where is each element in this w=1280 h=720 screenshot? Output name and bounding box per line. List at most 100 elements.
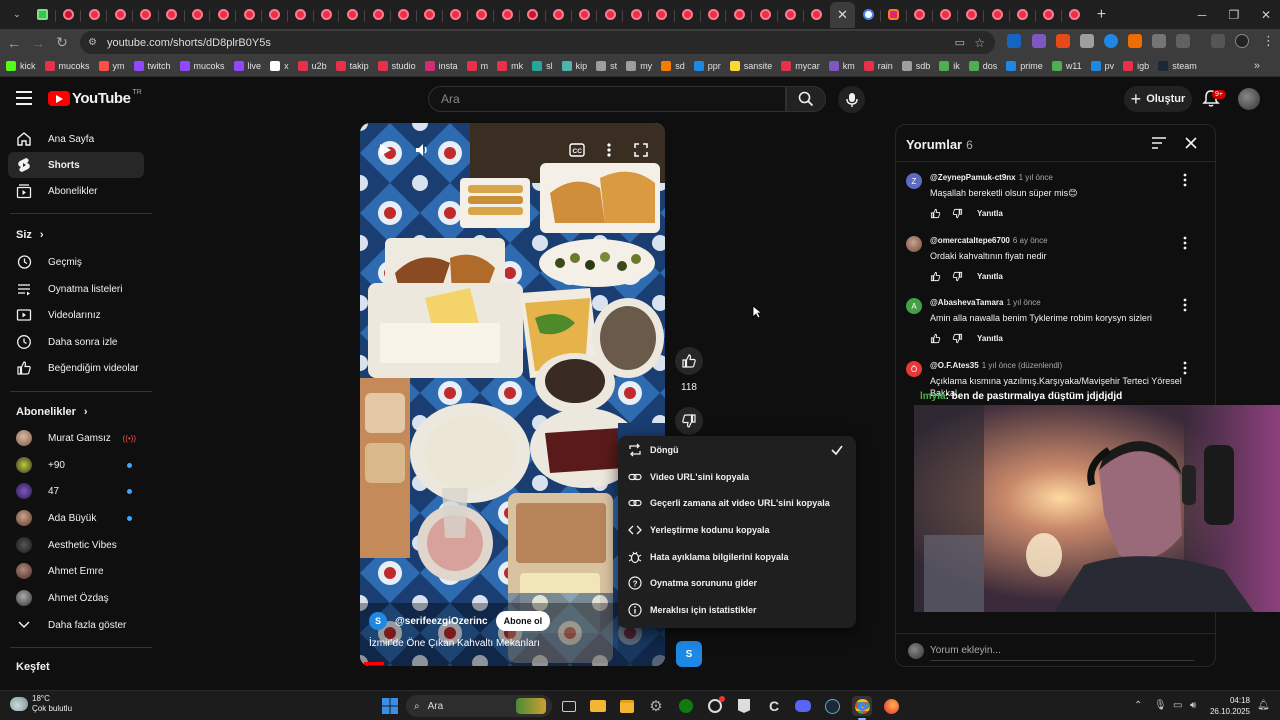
sidebar-item-playlists[interactable]: Oynatma listeleri <box>8 276 144 302</box>
browser-tab[interactable] <box>726 2 753 28</box>
reply-button[interactable]: Yanıtla <box>977 272 1003 281</box>
browser-tab[interactable] <box>597 2 624 28</box>
browser-tab[interactable] <box>907 2 933 28</box>
browser-tab[interactable] <box>210 2 237 28</box>
fullscreen-icon[interactable] <box>633 142 649 158</box>
play-icon[interactable] <box>377 142 393 158</box>
browser-tab[interactable] <box>56 2 82 28</box>
like-button[interactable] <box>675 347 703 375</box>
comment-avatar[interactable]: Z <box>906 173 922 189</box>
you-section-header[interactable]: Siz › <box>16 229 44 241</box>
browser-tab[interactable] <box>288 2 314 28</box>
youtube-logo[interactable]: YouTube TR <box>48 89 142 107</box>
windows-start-icon[interactable] <box>380 696 400 716</box>
sort-icon[interactable] <box>1152 137 1166 149</box>
reload-icon[interactable]: ↻ <box>50 34 74 51</box>
captions-icon[interactable]: CC <box>569 143 585 157</box>
bookmark-item[interactable]: km <box>828 61 855 71</box>
volume-icon[interactable] <box>414 142 430 158</box>
bookmark-item[interactable]: kick <box>6 61 36 71</box>
bookmark-item[interactable]: ik <box>939 61 960 71</box>
bookmark-item[interactable]: sdb <box>901 61 930 71</box>
close-icon[interactable]: ✕ <box>837 7 848 23</box>
site-settings-icon[interactable]: ⚙ <box>88 37 97 48</box>
file-explorer-icon[interactable] <box>588 696 608 716</box>
search-button[interactable] <box>786 86 826 112</box>
browser-tab[interactable] <box>881 2 907 28</box>
browser-tab[interactable] <box>236 2 262 28</box>
bookmark-item[interactable]: igb <box>1123 61 1149 71</box>
browser-tab[interactable] <box>1010 2 1036 28</box>
bookmark-item[interactable]: rain <box>863 61 893 71</box>
bookmark-item[interactable]: m <box>466 61 488 71</box>
channel-handle[interactable]: @serifeezgiOzerinc <box>395 616 488 627</box>
browser-menu-icon[interactable]: ⋮ <box>1262 33 1275 49</box>
sidebar-item-history[interactable]: Geçmiş <box>8 249 144 275</box>
comment-author[interactable]: @omercataltepe6700 <box>930 236 1010 245</box>
steam-icon[interactable] <box>822 696 842 716</box>
subscription-channel[interactable]: Aesthetic Vibes <box>8 532 144 558</box>
media-controls-icon[interactable] <box>1211 34 1225 48</box>
bookmark-item[interactable]: ppr <box>693 61 721 71</box>
network-icon[interactable]: ▭ <box>1173 700 1182 711</box>
bookmark-item[interactable]: st <box>596 61 617 71</box>
browser-tab[interactable] <box>443 2 469 28</box>
menu-item-copy-embed[interactable]: Yerleştirme kodunu kopyala <box>618 517 856 544</box>
browser-tab[interactable] <box>417 2 443 28</box>
bookmark-item[interactable]: insta <box>424 61 458 71</box>
subscribe-button[interactable]: Abone ol <box>495 611 551 631</box>
volume-icon[interactable]: 🔊︎ <box>1190 700 1196 711</box>
menu-item-copy-url[interactable]: Video URL'sini kopyala <box>618 464 856 491</box>
profile-icon[interactable] <box>1235 34 1249 48</box>
thumbs-up-icon[interactable] <box>930 271 941 282</box>
browser-tab[interactable] <box>30 2 56 28</box>
browser-tab[interactable] <box>520 2 546 28</box>
settings-gear-icon[interactable]: ⚙ <box>646 696 666 716</box>
channel-avatar-button[interactable]: S <box>676 641 702 667</box>
thumbs-up-icon[interactable] <box>930 333 941 344</box>
channel-avatar[interactable]: S <box>369 612 387 630</box>
back-arrow-icon[interactable]: ← <box>2 35 26 51</box>
bookmark-item[interactable]: pv <box>1090 61 1114 71</box>
comment-avatar[interactable]: A <box>906 298 922 314</box>
comment-input[interactable] <box>930 641 1194 661</box>
browser-tab[interactable] <box>494 2 520 28</box>
sidebar-item-your-videos[interactable]: Videolarınız <box>8 302 144 328</box>
browser-tab[interactable] <box>391 2 417 28</box>
notifications-icon[interactable]: 🔔︎ <box>1257 700 1270 711</box>
create-button[interactable]: + Oluştur <box>1124 86 1192 112</box>
video-progress-bar[interactable] <box>364 662 384 665</box>
discord-icon[interactable] <box>793 696 813 716</box>
firefox-icon[interactable] <box>881 696 901 716</box>
obs-icon[interactable] <box>705 696 725 716</box>
bookmarks-overflow-icon[interactable]: » <box>1254 60 1260 72</box>
bookmark-item[interactable]: ym <box>98 61 125 71</box>
browser-tab[interactable] <box>804 2 830 28</box>
extension-icon[interactable] <box>1007 34 1021 48</box>
bookmark-item[interactable]: prime <box>1006 61 1043 71</box>
browser-tab[interactable] <box>675 2 701 28</box>
more-options-icon[interactable] <box>1182 173 1188 187</box>
taskbar-clock[interactable]: 04:18 26.10.2025 <box>1208 695 1250 717</box>
xbox-app-icon[interactable] <box>676 696 696 716</box>
comment-author[interactable]: @AbashevaTamara <box>930 298 1003 307</box>
bookmark-item[interactable]: sansite <box>729 61 772 71</box>
dislike-button[interactable] <box>675 407 703 435</box>
bookmark-item[interactable]: kip <box>561 61 587 71</box>
subscription-channel[interactable]: Ahmet Özdaş <box>8 585 144 611</box>
close-window-button[interactable]: ✕ <box>1250 0 1280 29</box>
task-view-icon[interactable] <box>559 696 579 716</box>
subscriptions-section-header[interactable]: Abonelikler › <box>16 406 88 418</box>
menu-item-loop[interactable]: Döngü <box>618 437 856 464</box>
extension-icon[interactable] <box>1032 34 1046 48</box>
tray-overflow-icon[interactable]: ⌃ <box>1134 700 1142 711</box>
browser-tab[interactable] <box>159 2 185 28</box>
browser-tab[interactable] <box>81 2 108 28</box>
thumbs-down-icon[interactable] <box>952 271 963 282</box>
browser-tab[interactable] <box>623 2 649 28</box>
weather-widget[interactable]: 18°C Çok bulutlu <box>10 694 72 714</box>
browser-tab[interactable] <box>958 2 985 28</box>
address-bar[interactable]: ⚙ youtube.com/shorts/dD8plrB0Y5s ▭ ☆ <box>80 31 995 54</box>
browser-tab[interactable] <box>1062 2 1088 28</box>
microphone-icon[interactable]: 🎙︎ <box>1154 700 1167 711</box>
